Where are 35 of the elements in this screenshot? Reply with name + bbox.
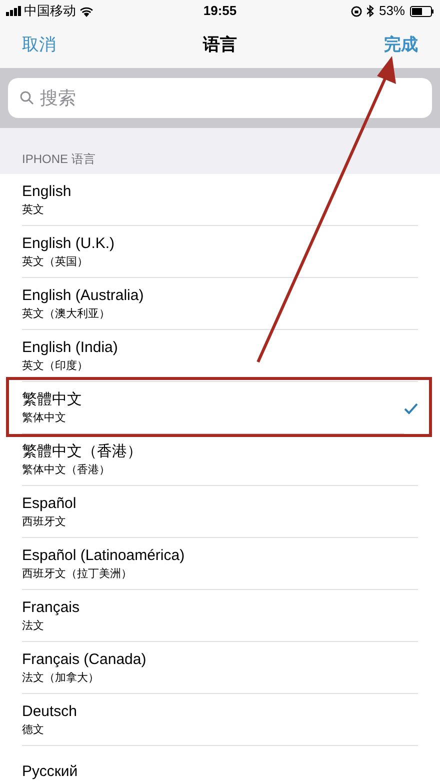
- language-name: Français: [22, 598, 81, 616]
- language-name: Español (Latinoamérica): [22, 546, 186, 564]
- signal-icon: [6, 6, 21, 16]
- carrier: 中国移动: [24, 2, 76, 20]
- language-native-name: 法文（加拿大）: [22, 670, 100, 686]
- language-native-name: 西班牙文: [22, 514, 67, 530]
- page-title: 语言: [203, 34, 237, 56]
- language-name: 繁體中文（香港）: [22, 442, 143, 460]
- language-name: English (Australia): [22, 286, 145, 304]
- language-native-name: 英文（澳大利亚）: [22, 306, 111, 322]
- language-name: Español: [22, 494, 78, 512]
- language-native-name: 繁体中文: [22, 410, 67, 426]
- section-header: IPHONE 语言: [22, 151, 96, 168]
- language-name: 繁體中文: [22, 390, 83, 408]
- language-name: English (India): [22, 338, 119, 356]
- search-icon: [20, 91, 34, 105]
- language-native-name: 英文（英国）: [22, 254, 89, 270]
- bluetooth-icon: [366, 5, 374, 17]
- language-name: Français (Canada): [22, 650, 148, 668]
- battery-percent: 53%: [378, 2, 405, 20]
- language-name: English (U.K.): [22, 234, 116, 252]
- language-native-name: 德文: [22, 722, 45, 738]
- clock: 19:55: [203, 2, 237, 20]
- language-native-name: 英文（印度）: [22, 358, 89, 374]
- language-name: Deutsch: [22, 702, 78, 720]
- wifi-icon: [79, 6, 94, 16]
- battery-icon: [410, 6, 434, 16]
- language-native-name: 繁体中文（香港）: [22, 462, 111, 478]
- language-name: Русский: [22, 762, 79, 781]
- language-native-name: 英文: [22, 202, 45, 218]
- language-name: English: [22, 182, 72, 200]
- search-field[interactable]: 搜索: [8, 78, 432, 118]
- rotation-lock-icon: [350, 6, 362, 16]
- language-native-name: 西班牙文（拉丁美洲）: [22, 566, 133, 582]
- language-native-name: 法文: [22, 618, 45, 634]
